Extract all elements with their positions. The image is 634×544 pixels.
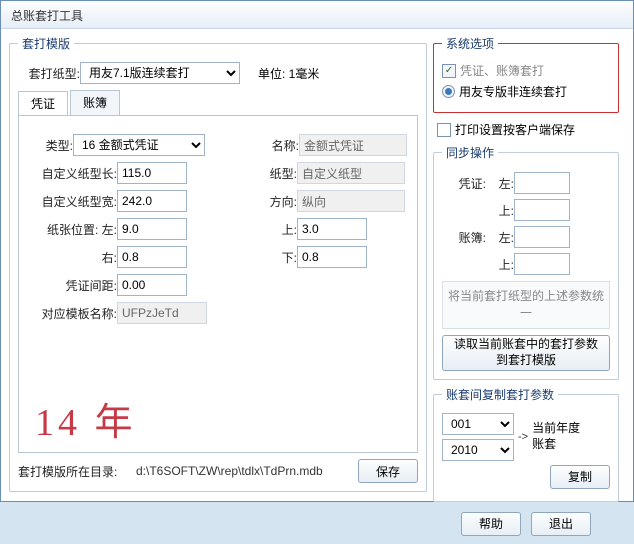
arrow-icon: ->	[518, 431, 528, 443]
tab-page-voucher: 类型: 16 金额式凭证 名称: 自定义纸型长: 纸型: 自定义纸型宽:	[18, 115, 418, 453]
custom-wid-input[interactable]	[117, 190, 187, 212]
pos-top-input[interactable]	[297, 218, 367, 240]
pos-top-label: 上:	[235, 221, 297, 238]
copy-group: 账套间复制套打参数 001 2010 -> 当前年度账套 复制	[433, 386, 619, 502]
sync-voucher-label: 凭证:	[442, 175, 486, 192]
inner-paper-field	[297, 162, 405, 184]
type-select[interactable]: 16 金额式凭证	[73, 134, 205, 156]
sync-l-left-label: 左:	[486, 229, 514, 246]
template-legend: 套打模版	[18, 35, 74, 52]
handwritten-annotation: 14 年	[35, 391, 137, 446]
sync-voucher-top-input[interactable]	[514, 199, 570, 221]
sync-ledger-top-input[interactable]	[514, 253, 570, 275]
help-button[interactable]: 帮助	[461, 512, 521, 536]
window-title: 总账套打工具	[11, 9, 83, 23]
radio-nonconsecutive[interactable]	[442, 85, 455, 98]
tpl-name-field	[117, 302, 207, 324]
paper-type-label: 套打纸型:	[18, 65, 80, 82]
sync-voucher-left-input[interactable]	[514, 172, 570, 194]
unit-label: 单位: 1毫米	[258, 65, 319, 82]
app-window: 总账套打工具 套打模版 套打纸型: 用友7.1版连续套打 单位: 1毫米 凭证 …	[0, 0, 634, 502]
direction-field	[297, 190, 405, 212]
opt1-label: 凭证、账簿套打	[460, 62, 544, 79]
system-options-group: 系统选项 ✓ 凭证、账簿套打 用友专版非连续套打	[433, 35, 619, 113]
sync-l-top-label: 上:	[486, 256, 514, 273]
template-group: 套打模版 套打纸型: 用友7.1版连续套打 单位: 1毫米 凭证 账簿 类型: …	[9, 35, 427, 492]
tab-ledger[interactable]: 账簿	[70, 90, 120, 115]
checkbox-voucher-ledger[interactable]: ✓	[442, 64, 456, 78]
pos-right-label: 右:	[29, 249, 117, 266]
sync-group: 同步操作 凭证: 左: 上: 账簿: 左:	[433, 144, 619, 380]
name-label: 名称:	[237, 137, 299, 154]
copy-src-select[interactable]: 001	[442, 413, 514, 435]
pos-bottom-input[interactable]	[297, 246, 367, 268]
name-field	[299, 134, 407, 156]
pos-right-input[interactable]	[117, 246, 187, 268]
type-label: 类型:	[29, 137, 73, 154]
copy-dst-select[interactable]: 2010	[442, 439, 514, 461]
right-footer: 帮助 退出	[433, 508, 619, 536]
sync-note: 将当前套打纸型的上述参数统一	[442, 281, 610, 329]
sync-ledger-left-input[interactable]	[514, 226, 570, 248]
pos-left-label: 纸张位置: 左:	[29, 221, 117, 238]
gap-label: 凭证间距:	[29, 277, 117, 294]
custom-len-label: 自定义纸型长:	[29, 165, 117, 182]
sync-legend: 同步操作	[442, 144, 498, 161]
titlebar: 总账套打工具	[1, 1, 633, 29]
inner-paper-label: 纸型:	[235, 165, 297, 182]
custom-len-input[interactable]	[117, 162, 187, 184]
custom-wid-label: 自定义纸型宽:	[29, 193, 117, 210]
sync-ledger-label: 账簿:	[442, 229, 486, 246]
paper-type-select[interactable]: 用友7.1版连续套打	[80, 62, 240, 84]
tpl-name-label: 对应模板名称:	[29, 305, 117, 322]
copy-note: 当前年度账套	[532, 421, 586, 452]
copy-button[interactable]: 复制	[550, 465, 610, 489]
tab-voucher[interactable]: 凭证	[18, 91, 68, 116]
copy-legend: 账套间复制套打参数	[442, 386, 558, 403]
checkbox-client-save[interactable]	[437, 123, 451, 137]
direction-label: 方向:	[235, 193, 297, 210]
opt2-label: 用友专版非连续套打	[459, 83, 567, 100]
read-params-button[interactable]: 读取当前账套中的套打参数到套打模版	[442, 335, 610, 371]
sync-v-left-label: 左:	[486, 175, 514, 192]
exit-button[interactable]: 退出	[531, 512, 591, 536]
path-value: d:\T6SOFT\ZW\rep\tdlx\TdPrn.mdb	[136, 464, 358, 478]
save-button[interactable]: 保存	[358, 459, 418, 483]
system-options-legend: 系统选项	[442, 35, 498, 52]
tabstrip: 凭证 账簿	[18, 90, 418, 115]
gap-input[interactable]	[117, 274, 187, 296]
path-label: 套打模版所在目录:	[18, 463, 136, 480]
pos-bottom-label: 下:	[235, 249, 297, 266]
sync-v-top-label: 上:	[486, 202, 514, 219]
pos-left-input[interactable]	[117, 218, 187, 240]
opt3-label: 打印设置按客户端保存	[455, 121, 575, 138]
